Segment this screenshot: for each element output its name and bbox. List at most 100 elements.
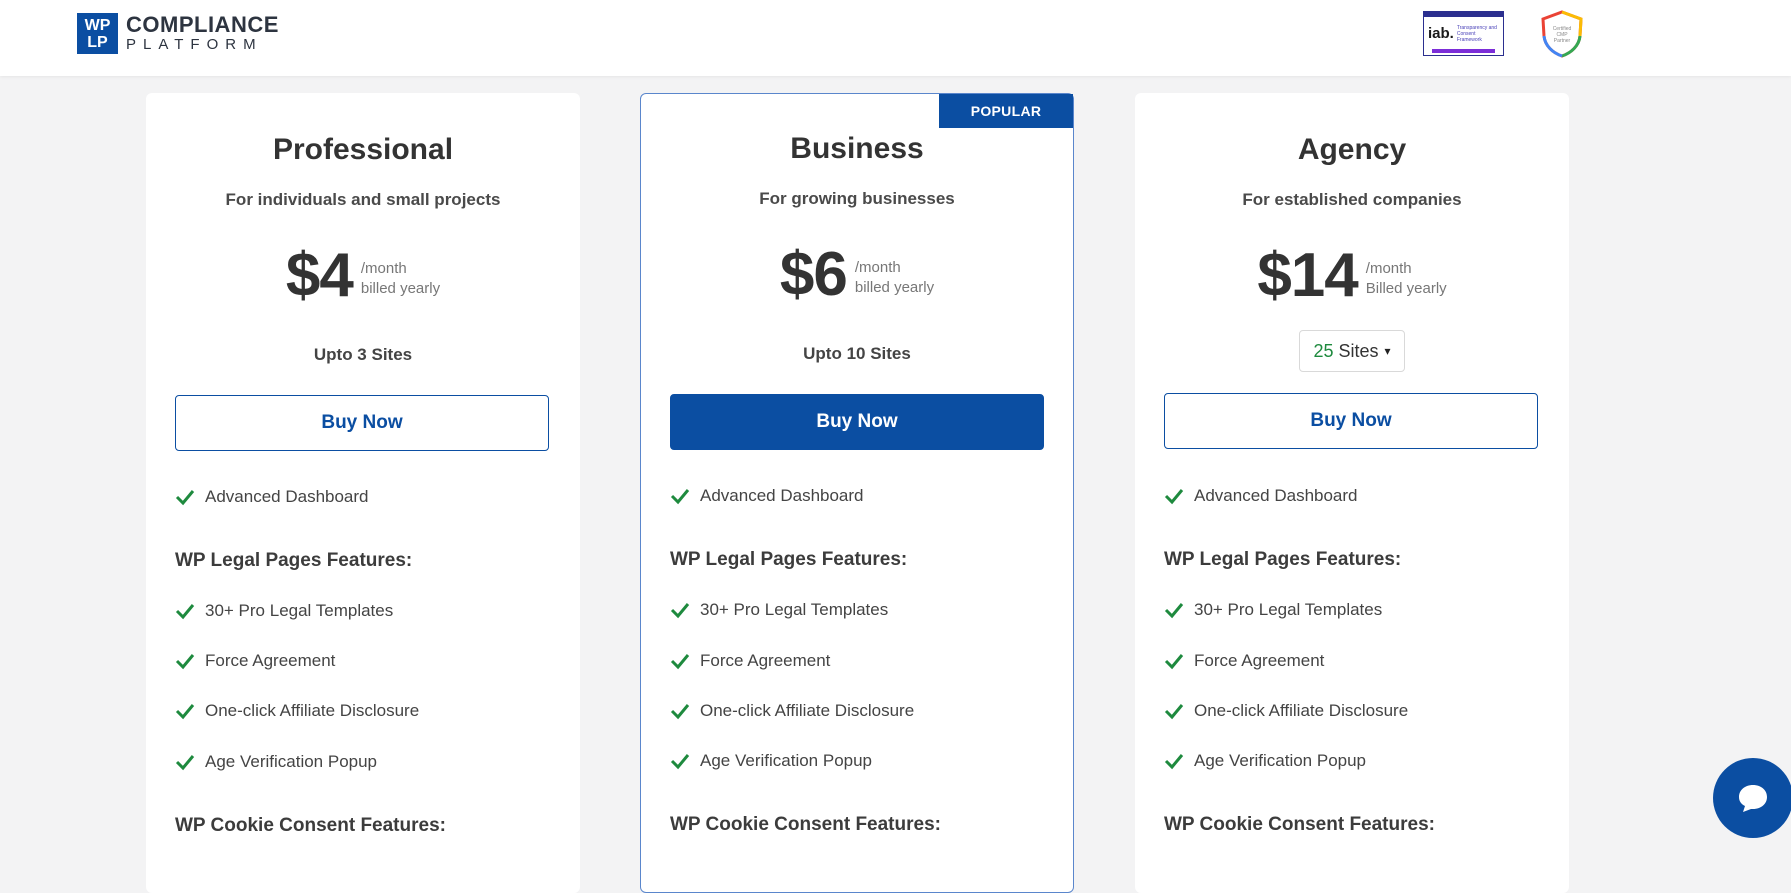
- check-icon: [1164, 603, 1184, 619]
- price-meta: /month Billed yearly: [1366, 259, 1447, 299]
- feature-item: Advanced Dashboard: [175, 487, 369, 507]
- price-period: /month: [1365, 260, 1412, 277]
- popular-badge: POPULAR: [939, 94, 1073, 128]
- iab-badge-main: iab.: [1428, 25, 1454, 42]
- plan-title: Professional: [272, 133, 454, 166]
- feature-item: Advanced Dashboard: [1164, 486, 1358, 506]
- check-icon: [670, 704, 690, 720]
- feature-label: One-click Affiliate Disclosure: [205, 701, 420, 720]
- price-meta: /month billed yearly: [855, 258, 934, 298]
- feature-item: Age Verification Popup: [670, 751, 872, 771]
- iab-badge: iab. Transparency and Consent Framework: [1423, 11, 1504, 56]
- check-icon: [1164, 654, 1184, 670]
- feature-item: Advanced Dashboard: [670, 486, 864, 506]
- plan-price: $6: [779, 240, 848, 309]
- feature-label: One-click Affiliate Disclosure: [700, 701, 915, 720]
- feature-item: Age Verification Popup: [1164, 751, 1366, 771]
- feature-label: 30+ Pro Legal Templates: [1194, 600, 1383, 619]
- price-row: $6 /month billed yearly: [641, 244, 1073, 306]
- chat-button[interactable]: [1713, 758, 1791, 838]
- price-meta: /month billed yearly: [361, 259, 440, 299]
- plan-subtitle: For established companies: [1242, 190, 1462, 209]
- feature-label: Advanced Dashboard: [205, 487, 369, 506]
- plan-sites: Upto 3 Sites: [313, 345, 413, 364]
- plan-title: Business: [790, 132, 924, 165]
- price-period: /month: [854, 259, 901, 276]
- legal-features-heading: WP Legal Pages Features:: [1164, 549, 1402, 570]
- site-header: WP LP COMPLIANCE PLATFORM iab. Transpare…: [0, 0, 1791, 76]
- sites-dropdown[interactable]: 25 Sites ▾: [1299, 330, 1405, 372]
- feature-label: Age Verification Popup: [205, 752, 378, 771]
- check-icon: [1164, 489, 1184, 505]
- feature-label: Force Agreement: [1194, 651, 1325, 670]
- buy-now-button[interactable]: Buy Now: [1164, 393, 1538, 449]
- plan-card-professional: Professional For individuals and small p…: [146, 93, 580, 893]
- check-icon: [1164, 704, 1184, 720]
- logo-mark-bottom: LP: [87, 33, 108, 51]
- plan-card-business: POPULAR Business For growing businesses …: [640, 93, 1074, 893]
- feature-item: One-click Affiliate Disclosure: [175, 701, 419, 721]
- iab-badge-bottom-strip: [1432, 49, 1495, 53]
- logo[interactable]: WP LP COMPLIANCE PLATFORM: [77, 13, 279, 54]
- feature-item: One-click Affiliate Disclosure: [670, 701, 914, 721]
- logo-line1: COMPLIANCE: [126, 11, 279, 37]
- plan-sites: Upto 10 Sites: [803, 344, 911, 363]
- sites-dropdown-label: Sites: [1338, 340, 1379, 361]
- plan-card-agency: Agency For established companies $14 /mo…: [1135, 93, 1569, 893]
- plan-subtitle: For growing businesses: [759, 189, 955, 208]
- check-icon: [670, 754, 690, 770]
- plan-title: Agency: [1297, 133, 1407, 166]
- price-row: $14 /month Billed yearly: [1135, 245, 1569, 307]
- feature-item: Force Agreement: [175, 651, 335, 671]
- logo-text: COMPLIANCE PLATFORM: [126, 11, 279, 54]
- check-icon: [175, 490, 195, 506]
- check-icon: [175, 755, 195, 771]
- feature-label: Force Agreement: [700, 651, 831, 670]
- feature-label: Age Verification Popup: [700, 751, 873, 770]
- feature-item: Force Agreement: [670, 651, 830, 671]
- feature-label: Force Agreement: [205, 651, 336, 670]
- price-row: $4 /month billed yearly: [146, 245, 580, 307]
- feature-label: Advanced Dashboard: [1194, 486, 1358, 505]
- legal-features-heading: WP Legal Pages Features:: [670, 549, 908, 570]
- price-period: /month: [360, 260, 407, 277]
- feature-item: One-click Affiliate Disclosure: [1164, 701, 1408, 721]
- buy-now-button[interactable]: Buy Now: [670, 394, 1044, 450]
- check-icon: [1164, 754, 1184, 770]
- feature-item: Age Verification Popup: [175, 752, 377, 772]
- cookie-features-heading: WP Cookie Consent Features:: [670, 814, 941, 835]
- feature-label: Age Verification Popup: [1194, 751, 1367, 770]
- cookie-features-heading: WP Cookie Consent Features:: [175, 815, 446, 836]
- feature-item: 30+ Pro Legal Templates: [670, 600, 888, 620]
- feature-item: 30+ Pro Legal Templates: [175, 601, 393, 621]
- cookie-features-heading: WP Cookie Consent Features:: [1164, 814, 1435, 835]
- sites-dropdown-number: 25: [1313, 340, 1334, 361]
- check-icon: [670, 489, 690, 505]
- check-icon: [670, 603, 690, 619]
- logo-mark-top: WP: [84, 16, 111, 34]
- feature-label: Advanced Dashboard: [700, 486, 864, 505]
- price-billing: Billed yearly: [1365, 280, 1447, 297]
- check-icon: [175, 654, 195, 670]
- iab-badge-top-strip: [1424, 12, 1503, 17]
- price-billing: billed yearly: [360, 280, 441, 297]
- chat-bubble-icon: [1739, 785, 1767, 812]
- buy-now-button[interactable]: Buy Now: [175, 395, 549, 451]
- caret-down-icon: ▾: [1384, 344, 1391, 358]
- feature-item: 30+ Pro Legal Templates: [1164, 600, 1382, 620]
- feature-label: 30+ Pro Legal Templates: [205, 601, 394, 620]
- plan-price: $4: [285, 241, 354, 310]
- svg-text:Partner: Partner: [1554, 38, 1571, 44]
- feature-item: Force Agreement: [1164, 651, 1324, 671]
- logo-mark: WP LP: [77, 13, 118, 54]
- price-billing: billed yearly: [854, 279, 935, 296]
- check-icon: [175, 704, 195, 720]
- iab-badge-caption: Transparency and Consent Framework: [1456, 24, 1497, 43]
- logo-line2: PLATFORM: [126, 35, 263, 53]
- plan-subtitle: For individuals and small projects: [225, 190, 501, 209]
- cmp-shield-badge: Certified CMP Partner: [1541, 10, 1583, 58]
- feature-label: 30+ Pro Legal Templates: [700, 600, 889, 619]
- check-icon: [175, 604, 195, 620]
- check-icon: [670, 654, 690, 670]
- plan-price: $14: [1257, 241, 1358, 310]
